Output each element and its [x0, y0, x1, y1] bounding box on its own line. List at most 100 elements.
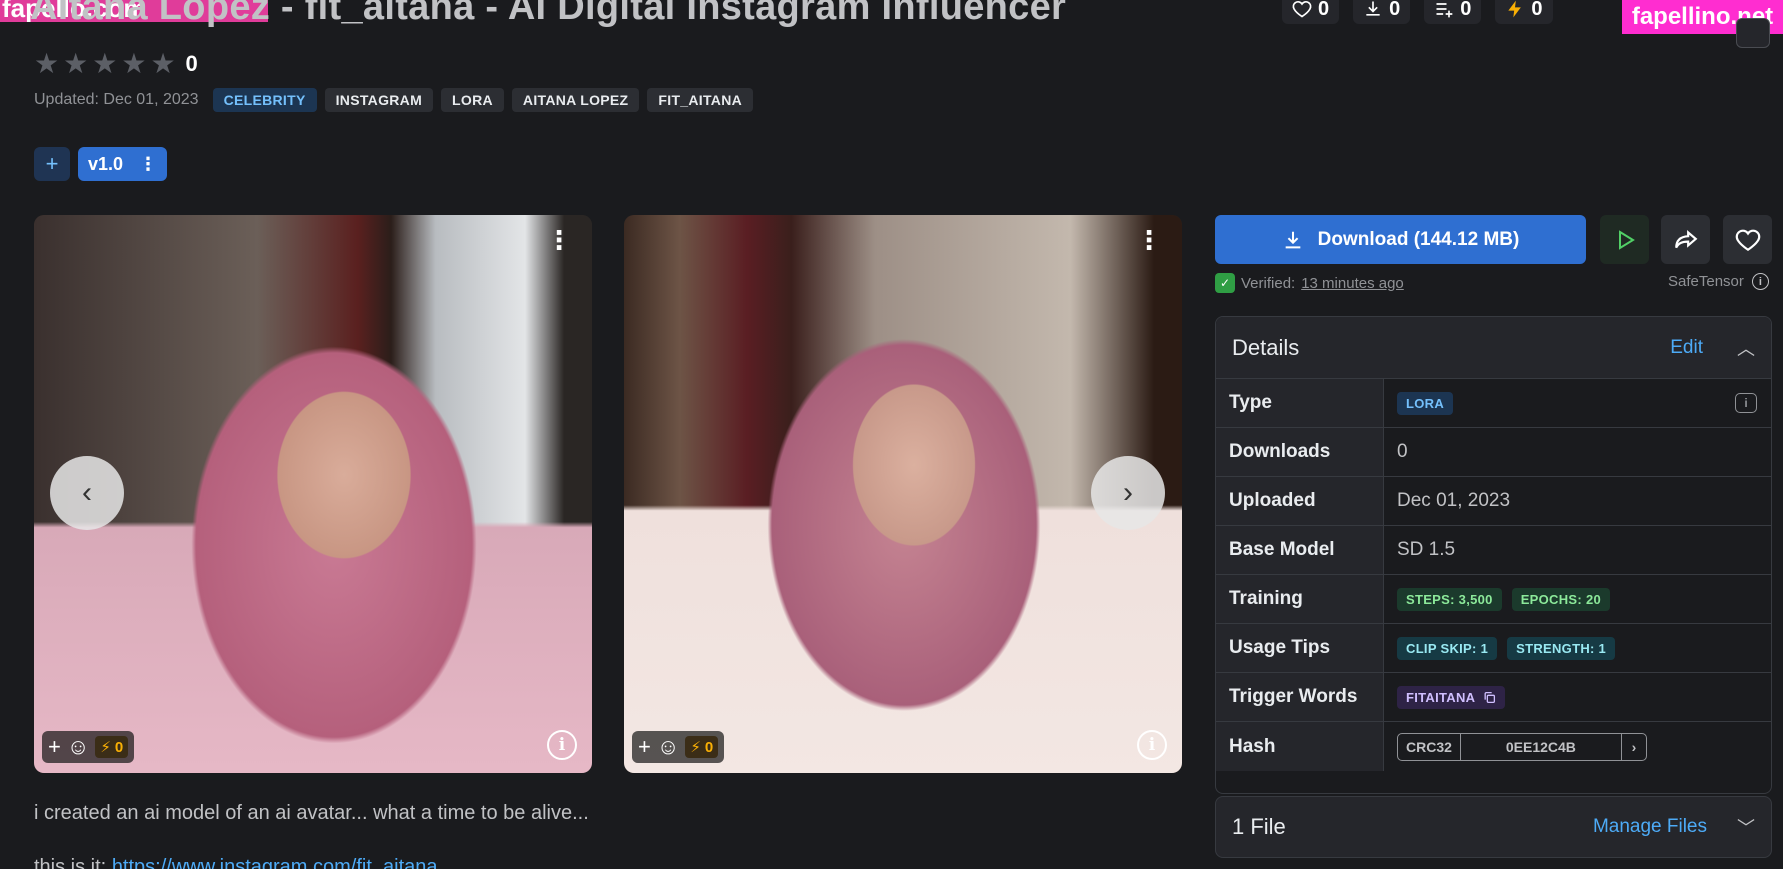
info-icon[interactable]: i	[1751, 273, 1769, 290]
tag-fit-aitana[interactable]: FIT_AITANA	[647, 88, 754, 112]
version-selector: + v1.0 ⋮	[34, 147, 168, 181]
buzz-stat[interactable]: 0	[1495, 0, 1553, 24]
add-reaction-icon[interactable]: +	[48, 734, 61, 760]
tag-lora[interactable]: LORA	[441, 88, 504, 112]
row-label: Uploaded	[1216, 477, 1384, 525]
trigger-word: FITAITANA	[1406, 689, 1476, 705]
row-value: 0	[1397, 441, 1408, 462]
star-icon[interactable]: ★	[92, 50, 117, 78]
heart-icon	[1735, 229, 1760, 251]
rating-count: 0	[185, 51, 198, 76]
row-label: Training	[1216, 575, 1384, 623]
smiley-icon[interactable]: ☺	[657, 734, 679, 760]
download-icon	[1366, 1, 1380, 16]
star-icon[interactable]: ★	[34, 50, 59, 78]
details-row-training: Training STEPS: 3,500 EPOCHS: 20	[1216, 575, 1771, 624]
smiley-icon[interactable]: ☺	[67, 734, 89, 760]
hash-type[interactable]: CRC32	[1398, 733, 1461, 760]
verified-status: ✓ Verified: 13 minutes ago	[1215, 273, 1404, 293]
tag-aitana-lopez[interactable]: AITANA LOPEZ	[511, 88, 640, 112]
star-icon[interactable]: ★	[121, 50, 146, 78]
details-row-uploaded: Uploaded Dec 01, 2023	[1216, 477, 1771, 526]
image-reactions: + ☺ ⚡ 0	[632, 731, 725, 763]
description-link-line: this is it: https://www.instagram.com/fi…	[34, 856, 438, 869]
bolt-icon: ⚡	[690, 739, 701, 756]
chevron-up-icon[interactable]: ︿	[1737, 335, 1755, 361]
description-prefix: this is it:	[34, 856, 107, 869]
download-stat[interactable]: 0	[1353, 0, 1411, 24]
rating[interactable]: ★ ★ ★ ★ ★ 0	[34, 50, 198, 78]
row-label: Trigger Words	[1216, 673, 1384, 721]
chevron-down-icon[interactable]: ﹀	[1737, 814, 1755, 840]
version-button-v1[interactable]: v1.0 ⋮	[78, 147, 168, 181]
updated-date: Updated: Dec 01, 2023	[34, 91, 199, 108]
model-stats: 0 0 0 0	[1282, 0, 1553, 24]
description-text: i created an ai model of an ai avatar...…	[34, 802, 589, 824]
tag-celebrity[interactable]: CELEBRITY	[212, 88, 317, 112]
version-menu-icon[interactable]: ⋮	[139, 154, 157, 175]
favorite-stat[interactable]: 0	[1282, 0, 1340, 24]
buzz-count: 0	[1531, 0, 1543, 20]
edit-details-link[interactable]: Edit	[1670, 337, 1703, 359]
row-value: Dec 01, 2023	[1397, 490, 1511, 511]
trigger-word-badge[interactable]: FITAITANA	[1397, 685, 1506, 709]
details-row-hash: Hash CRC32 0EE12C4B ›	[1216, 722, 1771, 771]
image-info-icon[interactable]: i	[547, 730, 577, 760]
reaction-group[interactable]: + ☺ ⚡ 0	[632, 731, 725, 763]
version-label: v1.0	[88, 153, 124, 174]
star-icon[interactable]: ★	[63, 50, 88, 78]
row-label: Downloads	[1216, 428, 1384, 476]
favorite-button[interactable]	[1723, 215, 1772, 264]
play-icon	[1618, 229, 1635, 250]
instagram-link[interactable]: https://www.instagram.com/fit_aitana	[112, 856, 438, 869]
hash-value[interactable]: 0EE12C4B	[1461, 733, 1622, 760]
file-format-label: SafeTensor	[1668, 273, 1744, 290]
clip-skip-badge: CLIP SKIP: 1	[1397, 636, 1498, 660]
type-badge: LORA	[1397, 391, 1454, 415]
bolt-icon	[1508, 0, 1522, 18]
download-icon	[1285, 231, 1301, 248]
image-menu-icon[interactable]: ⋮	[546, 227, 572, 253]
files-panel[interactable]: 1 File Manage Files ﹀	[1215, 796, 1772, 858]
verified-time-link[interactable]: 13 minutes ago	[1301, 275, 1404, 292]
details-row-downloads: Downloads 0	[1216, 428, 1771, 477]
bolt-icon: ⚡	[100, 739, 111, 756]
tip-badge[interactable]: ⚡ 0	[95, 736, 129, 758]
info-icon[interactable]: i	[1735, 393, 1757, 413]
playlist-add-icon	[1436, 3, 1453, 18]
details-header[interactable]: Details Edit ︿	[1216, 317, 1771, 379]
reaction-group[interactable]: + ☺ ⚡ 0	[42, 731, 135, 763]
carousel-next-button[interactable]: ›	[1091, 456, 1165, 530]
strength-badge: STRENGTH: 1	[1507, 636, 1616, 660]
row-label: Hash	[1216, 722, 1384, 771]
manage-files-link[interactable]: Manage Files	[1593, 816, 1707, 838]
chevron-right-icon[interactable]: ›	[1622, 734, 1646, 760]
collection-count: 0	[1460, 0, 1472, 20]
tag-instagram[interactable]: INSTAGRAM	[324, 88, 434, 112]
add-version-button[interactable]: +	[34, 147, 70, 181]
download-button[interactable]: Download (144.12 MB)	[1215, 215, 1586, 264]
carousel-prev-button[interactable]: ‹	[50, 456, 124, 530]
collection-stat[interactable]: 0	[1424, 0, 1482, 24]
page-title: Aitana Lopez - fit_aitana - AI Digital I…	[30, 0, 1067, 28]
tip-badge[interactable]: ⚡ 0	[685, 736, 719, 758]
row-label: Base Model	[1216, 526, 1384, 574]
image-info-icon[interactable]: i	[1137, 730, 1167, 760]
files-title: 1 File	[1232, 814, 1286, 839]
star-icon[interactable]: ★	[150, 50, 175, 78]
tip-count: 0	[704, 738, 714, 756]
options-button[interactable]	[1736, 18, 1770, 48]
details-row-usage-tips: Usage Tips CLIP SKIP: 1 STRENGTH: 1	[1216, 624, 1771, 673]
details-panel: Details Edit ︿ Type LORA i Downloads 0 U…	[1215, 316, 1772, 794]
details-row-base-model: Base Model SD 1.5	[1216, 526, 1771, 575]
download-label: Download (144.12 MB)	[1317, 228, 1520, 250]
share-button[interactable]	[1661, 215, 1710, 264]
add-reaction-icon[interactable]: +	[638, 734, 651, 760]
heart-icon	[1292, 0, 1312, 18]
details-row-trigger-words: Trigger Words FITAITANA	[1216, 673, 1771, 722]
chevron-right-icon: ›	[1123, 476, 1133, 509]
steps-badge: STEPS: 3,500	[1397, 587, 1502, 611]
image-menu-icon[interactable]: ⋮	[1136, 227, 1162, 253]
copy-icon[interactable]	[1483, 691, 1496, 704]
run-button[interactable]	[1600, 215, 1649, 264]
